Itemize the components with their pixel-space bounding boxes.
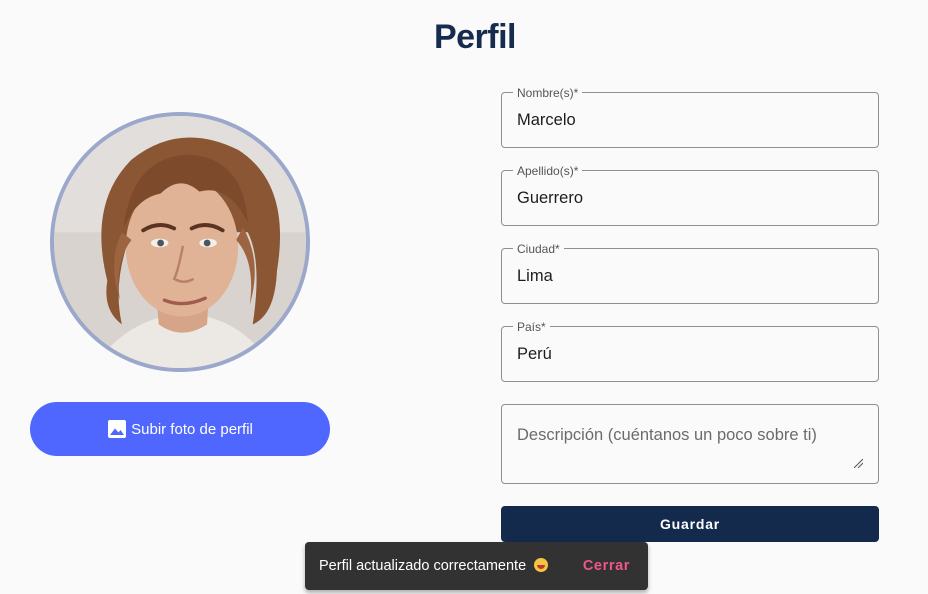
first-name-input[interactable]	[517, 109, 863, 131]
snackbar-close-button[interactable]: Cerrar	[579, 558, 634, 574]
description-textarea[interactable]	[517, 424, 863, 464]
snackbar: Perfil actualizado correctamente Cerrar	[305, 542, 648, 590]
country-field[interactable]: País*	[501, 320, 879, 382]
grinning-face-icon	[534, 558, 549, 572]
country-label: País*	[513, 320, 550, 334]
city-field[interactable]: Ciudad*	[501, 242, 879, 304]
upload-photo-label: Subir foto de perfil	[131, 420, 253, 438]
city-label: Ciudad*	[513, 242, 564, 256]
country-input[interactable]	[517, 343, 863, 365]
first-name-label: Nombre(s)*	[513, 86, 583, 100]
city-input[interactable]	[517, 265, 863, 287]
resize-handle-icon[interactable]	[854, 459, 863, 468]
snackbar-message: Perfil actualizado correctamente	[319, 558, 579, 574]
last-name-field[interactable]: Apellido(s)*	[501, 164, 879, 226]
last-name-label: Apellido(s)*	[513, 164, 583, 178]
upload-photo-button[interactable]: Subir foto de perfil	[30, 402, 330, 456]
last-name-input[interactable]	[517, 187, 863, 209]
page-title: Perfil	[433, 18, 517, 56]
image-icon	[107, 419, 127, 439]
snackbar-message-text: Perfil actualizado correctamente	[319, 558, 527, 574]
first-name-field[interactable]: Nombre(s)*	[501, 86, 879, 148]
profile-avatar	[50, 112, 310, 372]
save-button[interactable]: Guardar	[501, 506, 879, 542]
profile-photo	[54, 116, 306, 368]
description-field[interactable]	[501, 404, 879, 484]
